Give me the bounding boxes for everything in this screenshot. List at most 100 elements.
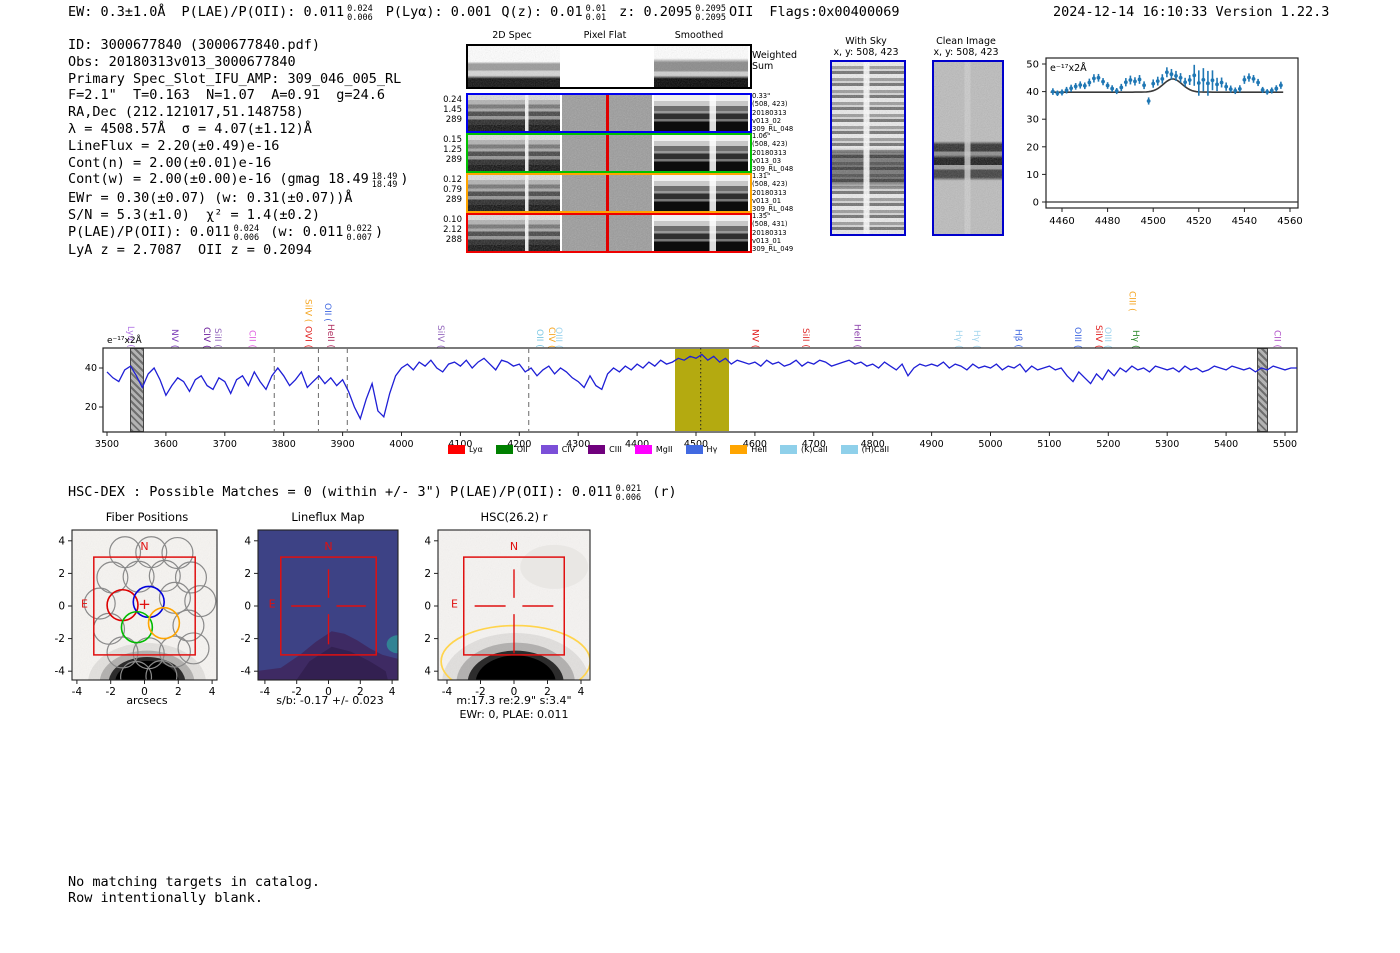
info-line: LineFlux = 2.20(±0.49)e-16 (68, 138, 408, 155)
legend-item: (K)CaII (779, 445, 828, 454)
spectrum-xtick-label: 3700 (213, 439, 237, 450)
inset-data-point (1187, 78, 1192, 82)
panel-ytick-label: -4 (425, 666, 431, 678)
legend-item: HeII (730, 445, 767, 454)
row-meta-line: 1.06" (752, 132, 771, 140)
spectral-line-labels: Lyα (NV (CIV (SiII (CII (OVI (SiIV (OII … (0, 238, 1400, 348)
line-label: NV ( (168, 328, 179, 348)
inset-xtick-label: 4560 (1277, 216, 1302, 227)
inset-data-point (1092, 76, 1096, 81)
line-label: OII ( (534, 329, 544, 348)
info-text: Cont(n) = 2.00(±0.01)e-16 (68, 154, 272, 171)
cutout-subtitle-line: x, y: 508, 423 (933, 47, 999, 58)
info-text: Primary Spec_Slot_IFU_AMP: 309_046_005_R… (68, 70, 402, 87)
info-line: RA,Dec (212.121017,51.148758) (68, 104, 408, 121)
compass-north-label: N (510, 540, 518, 553)
info-line: Obs: 20180313v013_3000677840 (68, 54, 408, 71)
inset-data-point (1055, 91, 1060, 96)
sub-value: 0.01 (585, 13, 607, 23)
inset-data-point (1155, 79, 1160, 84)
noise-grain (654, 46, 748, 87)
header-text: Flags:0x00400069 (769, 4, 900, 20)
spectrum-legend: Lyα OII CIV CIII MgII Hγ HeII (K)CaII (H)CaII (448, 445, 889, 454)
inset-data-point (1114, 89, 1119, 93)
smoothed-image (654, 135, 748, 171)
info-line: EWr = 0.30(±0.07) (w: 0.31(±0.07))Å (68, 190, 408, 207)
line-label: OIII ( (1101, 326, 1112, 348)
spec2d-row (466, 173, 752, 213)
cutout-title: Clean Image x, y: 508, 423 (914, 36, 1018, 58)
legend-swatch (495, 445, 513, 454)
sub-value: 0.006 (347, 13, 373, 23)
inset-ytick-label: 40 (1026, 87, 1039, 98)
panel-ytick-label: 4 (244, 535, 251, 547)
row-meta-line: 20180313 (752, 228, 787, 237)
inset-data-point (1206, 81, 1210, 86)
info-line: Cont(n) = 2.00(±0.01)e-16 (68, 155, 408, 172)
inset-data-point (1192, 73, 1197, 78)
sub-value: 0.2095 (695, 13, 727, 23)
line-label: CII ( (246, 330, 257, 348)
pixel-flat-image (562, 175, 652, 211)
inset-data-point (1242, 77, 1247, 82)
info-text: ID: 3000677840 (3000677840.pdf) (68, 37, 320, 53)
hsc-dex-match-line: HSC-DEX : Possible Matches = 0 (within +… (68, 484, 677, 503)
cutout-title-line: With Sky (845, 36, 887, 47)
spec2d-col-title: 2D Spec (492, 30, 532, 41)
header-text: P(Lyα): 0.001 (385, 4, 492, 20)
inset-plot-box (1045, 57, 1299, 209)
spec2d-row (466, 133, 752, 173)
panel-ytick-label: -2 (425, 633, 431, 645)
inset-data-point (1215, 82, 1219, 87)
spec2d-col-title: Smoothed (674, 30, 724, 41)
noise-grain (468, 135, 560, 171)
inset-data-point (1224, 84, 1229, 89)
legend-label: Lyα (469, 445, 483, 454)
row-weight: 289 (445, 194, 462, 205)
sub-value: 18.49 (371, 180, 398, 191)
info-line: Primary Spec_Slot_IFU_AMP: 309_046_005_R… (68, 71, 408, 88)
spec2d-col-title: Pixel Flat (583, 30, 627, 41)
panel-title: Lineflux Map (291, 510, 365, 524)
panel-caption: EWr: 0, PLAE: 0.011 (459, 708, 569, 721)
spectrum-xtick-label: 5400 (1214, 439, 1238, 450)
panel-ytick-label: 4 (425, 535, 431, 547)
weighted-sum-row (466, 44, 752, 89)
note-line: Row intentionally blank. (68, 889, 264, 906)
line-label: SiIV ( (435, 324, 446, 348)
row-meta-line: 1.35" (752, 212, 771, 220)
inset-data-point (1278, 83, 1283, 88)
info-text: EWr = 0.30(±0.07) (w: 0.31(±0.07))Å (68, 190, 353, 207)
pixel-flat-image (562, 135, 652, 171)
detection-info-block: ID: 3000677840 (3000677840.pdf) Obs: 2018… (68, 37, 408, 259)
legend-swatch (588, 445, 606, 454)
panel-ytick-label: 2 (58, 568, 65, 580)
line-label: SiII ( (800, 328, 811, 348)
line-label: OIII ( (552, 326, 563, 348)
panel-xlabel: arcsecs (126, 694, 168, 707)
inset-data-point (1219, 80, 1224, 85)
weighted-sum-image (654, 46, 748, 87)
header-text: z: 0.2095 (619, 4, 693, 20)
inset-xtick-label: 4460 (1049, 216, 1074, 227)
spectrum-xtick-label: 3900 (331, 439, 355, 450)
line-label: HeII ( (851, 324, 862, 348)
spec2d-row-meta: 1.06" (508, 423) 20180313 v013_03 309_RL_048 (752, 132, 804, 173)
inset-data-point (1160, 77, 1165, 81)
inset-fit-curve (1050, 78, 1284, 93)
info-text: λ = 4508.57Å σ = 4.07(±1.12)Å (68, 120, 312, 137)
row-meta-line: (508, 423) (752, 180, 788, 189)
row-meta-line: (508, 423) (752, 100, 788, 109)
legend-label: HeII (751, 445, 767, 454)
row-meta-line: (508, 423) (752, 140, 788, 149)
inset-data-point (1105, 83, 1110, 88)
fiber-svg: -4 -2 0 2 4420-2-4NE (55, 529, 218, 698)
info-stacked-value: 18.49 18.49 (372, 173, 398, 190)
catalog-notes: No matching targets in catalog. Row inten… (68, 874, 320, 906)
legend-label: (H)CaII (861, 445, 890, 454)
row-meta-line: 20180313 (752, 108, 787, 117)
panel-ytick-label: 2 (244, 568, 251, 580)
info-line: Cont(w) = 2.00(±0.00)e-16 (gmag 18.49 18.… (68, 171, 408, 190)
